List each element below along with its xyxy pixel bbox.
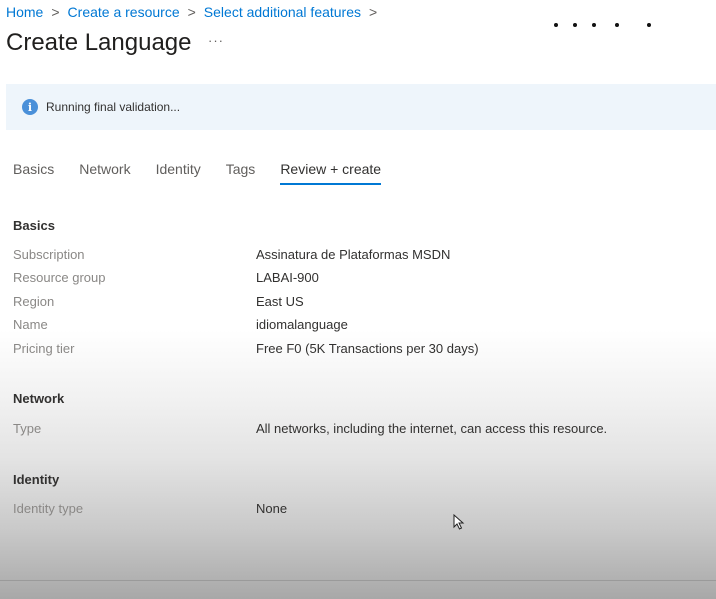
network-type-value: All networks, including the internet, ca… — [256, 421, 608, 436]
pricing-tier-value: Free F0 (5K Transactions per 30 days) — [256, 341, 479, 356]
banner-text: Running final validation... — [46, 100, 181, 114]
name-value: idiomalanguage — [256, 317, 348, 332]
resource-group-value: LABAI-900 — [256, 270, 319, 285]
name-label: Name — [13, 317, 48, 332]
footer-divider — [0, 580, 716, 581]
identity-type-value: None — [256, 501, 288, 516]
wizard-tabs: Basics Network Identity Tags Review + cr… — [13, 161, 406, 187]
tab-identity[interactable]: Identity — [156, 161, 201, 185]
tab-basics[interactable]: Basics — [13, 161, 54, 185]
section-identity-title: Identity — [13, 472, 60, 487]
region-label: Region — [13, 294, 55, 309]
network-type-label: Type — [13, 421, 42, 436]
tab-network[interactable]: Network — [79, 161, 130, 185]
tab-review-create[interactable]: Review + create — [280, 161, 381, 185]
pricing-tier-label: Pricing tier — [13, 341, 75, 356]
loading-dots-icon — [551, 18, 661, 34]
validation-banner: i Running final validation... — [6, 84, 716, 130]
section-basics-title: Basics — [13, 218, 55, 233]
tab-tags[interactable]: Tags — [226, 161, 256, 185]
mouse-cursor-icon — [453, 514, 465, 530]
breadcrumb-create-resource-link[interactable]: Create a resource — [68, 4, 180, 20]
breadcrumb-additional-features-link[interactable]: Select additional features — [204, 4, 361, 20]
breadcrumb-home-link[interactable]: Home — [6, 4, 43, 20]
identity-type-label: Identity type — [13, 501, 84, 516]
info-icon: i — [22, 99, 38, 115]
chevron-right-icon: > — [51, 4, 60, 20]
more-options-button[interactable]: ··· — [208, 33, 224, 48]
breadcrumb: Home > Create a resource > Select additi… — [6, 3, 385, 21]
region-value: East US — [256, 294, 304, 309]
subscription-label: Subscription — [13, 247, 85, 262]
chevron-right-icon: > — [369, 4, 378, 20]
subscription-value: Assinatura de Plataformas MSDN — [256, 247, 451, 262]
chevron-right-icon: > — [187, 4, 196, 20]
resource-group-label: Resource group — [13, 270, 106, 285]
section-network-title: Network — [13, 391, 65, 406]
page-title: Create Language — [6, 29, 192, 56]
